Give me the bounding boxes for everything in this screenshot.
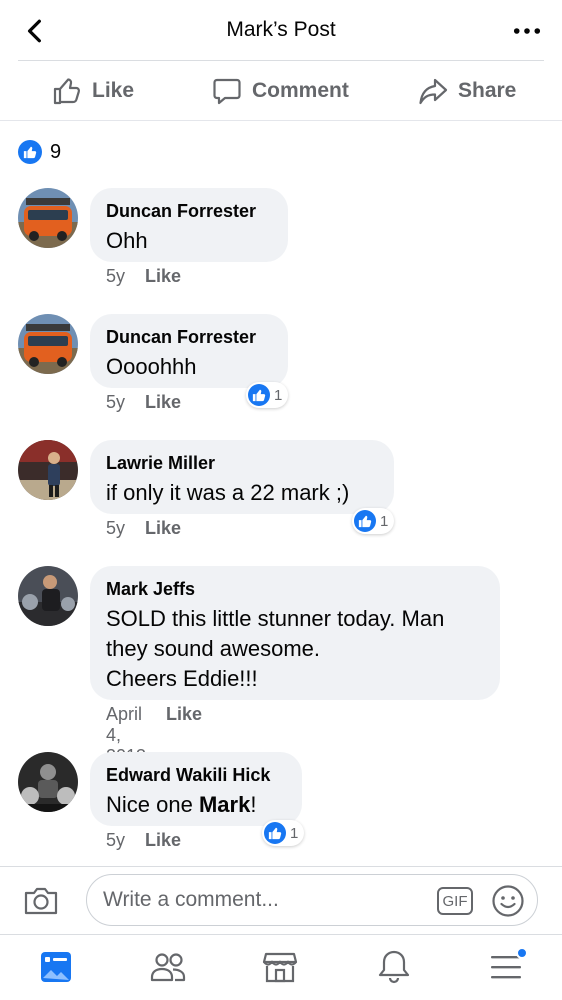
comment-author[interactable]: Duncan Forrester <box>106 200 272 222</box>
share-arrow-icon <box>419 78 448 105</box>
composer-divider <box>0 866 562 867</box>
tab-marketplace[interactable] <box>258 945 302 989</box>
comment-author[interactable]: Edward Wakili Hick <box>106 764 286 786</box>
comment-text: if only it was a 22 mark ;) <box>106 480 350 505</box>
comment-reaction-count: 1 <box>380 512 389 530</box>
notification-dot <box>516 947 528 959</box>
comment-text: Nice one Mark! <box>106 790 286 820</box>
comment-bubble[interactable]: Mark Jeffs SOLD this little stunner toda… <box>90 566 500 700</box>
back-button[interactable] <box>18 14 52 48</box>
comment-like-button[interactable]: Like <box>145 518 181 539</box>
bottom-tab-bar <box>0 935 562 1000</box>
comment-time[interactable]: 5y <box>106 266 125 287</box>
comment-composer: Write a comment... GIF <box>0 870 562 932</box>
comment-reactions[interactable]: 1 <box>262 820 305 846</box>
more-dots-icon <box>513 28 541 34</box>
comment-text-line: they sound awesome. <box>106 636 321 661</box>
smiley-icon <box>492 885 524 917</box>
like-reaction-icon <box>264 822 286 844</box>
like-reaction-icon <box>248 384 270 406</box>
comment-text-line: Cheers Eddie!!! <box>106 666 258 691</box>
comment-reactions[interactable]: 1 <box>246 382 289 408</box>
comment-reaction-count: 1 <box>290 824 299 842</box>
tab-menu[interactable] <box>484 945 528 989</box>
comment-button[interactable]: Comment <box>212 62 349 120</box>
comment-time[interactable]: 5y <box>106 830 125 851</box>
top-bar: Mark’s Post <box>0 0 562 60</box>
comment-mention[interactable]: Mark <box>199 792 250 817</box>
header-divider <box>18 60 544 61</box>
comment-text-line: SOLD this little stunner today. Man <box>106 606 445 631</box>
like-reaction-icon <box>18 140 42 164</box>
tab-news-feed[interactable] <box>34 945 78 989</box>
comment-bubble[interactable]: Lawrie Miller if only it was a 22 mark ;… <box>90 440 394 514</box>
comment-meta: 5y Like <box>106 518 181 539</box>
bell-icon <box>378 950 410 984</box>
emoji-button[interactable] <box>491 884 525 918</box>
tab-notifications[interactable] <box>372 945 416 989</box>
comment-placeholder: Write a comment... <box>103 888 279 911</box>
share-button[interactable]: Share <box>418 62 516 120</box>
speech-bubble-icon <box>213 78 241 105</box>
comment-bubble[interactable]: Duncan Forrester Ohh <box>90 188 288 262</box>
friends-icon <box>150 953 186 982</box>
actions-divider <box>0 120 562 121</box>
comment-like-button[interactable]: Like <box>145 392 181 413</box>
like-label: Like <box>92 79 135 102</box>
comment-bubble[interactable]: Edward Wakili Hick Nice one Mark! <box>90 752 302 826</box>
comment-text: SOLD this little stunner today. Man they… <box>106 604 484 694</box>
camera-button[interactable] <box>22 882 60 920</box>
avatar[interactable] <box>18 752 78 812</box>
marketplace-icon <box>262 952 298 983</box>
like-button[interactable]: Like <box>52 62 134 120</box>
news-feed-icon <box>41 952 71 982</box>
comment-text: Oooohhh <box>106 354 197 379</box>
post-actions: Like Comment Share <box>0 62 562 120</box>
comment-input[interactable]: Write a comment... GIF <box>86 874 538 926</box>
comment-time[interactable]: 5y <box>106 518 125 539</box>
comment-reactions[interactable]: 1 <box>352 508 395 534</box>
chevron-left-icon <box>27 19 41 43</box>
comment-author[interactable]: Mark Jeffs <box>106 578 484 600</box>
tab-friends[interactable] <box>146 945 190 989</box>
like-reaction-icon <box>354 510 376 532</box>
reactions-summary[interactable]: 9 <box>18 140 61 164</box>
avatar[interactable] <box>18 566 78 626</box>
comment-meta: 5y Like <box>106 392 181 413</box>
thumbs-up-icon <box>53 78 81 105</box>
page-title: Mark’s Post <box>226 18 336 41</box>
avatar[interactable] <box>18 440 78 500</box>
comment-label: Comment <box>252 79 349 102</box>
comment-meta: 5y Like <box>106 830 181 851</box>
gif-button[interactable]: GIF <box>437 887 473 915</box>
comment-text: Ohh <box>106 228 148 253</box>
comment-like-button[interactable]: Like <box>145 266 181 287</box>
comment-bubble[interactable]: Duncan Forrester Oooohhh <box>90 314 288 388</box>
comment-time[interactable]: 5y <box>106 392 125 413</box>
comment-reaction-count: 1 <box>274 386 283 404</box>
more-button[interactable] <box>510 16 544 46</box>
comment-meta: 5y Like <box>106 266 181 287</box>
avatar[interactable] <box>18 188 78 248</box>
comment-author[interactable]: Lawrie Miller <box>106 452 378 474</box>
share-label: Share <box>458 79 517 102</box>
comment-like-button[interactable]: Like <box>145 830 181 851</box>
reaction-count: 9 <box>50 140 62 163</box>
camera-icon <box>24 887 58 915</box>
comment-text-suffix: ! <box>250 792 257 817</box>
comment-text-prefix: Nice one <box>106 792 199 817</box>
avatar[interactable] <box>18 314 78 374</box>
comment-author[interactable]: Duncan Forrester <box>106 326 272 348</box>
